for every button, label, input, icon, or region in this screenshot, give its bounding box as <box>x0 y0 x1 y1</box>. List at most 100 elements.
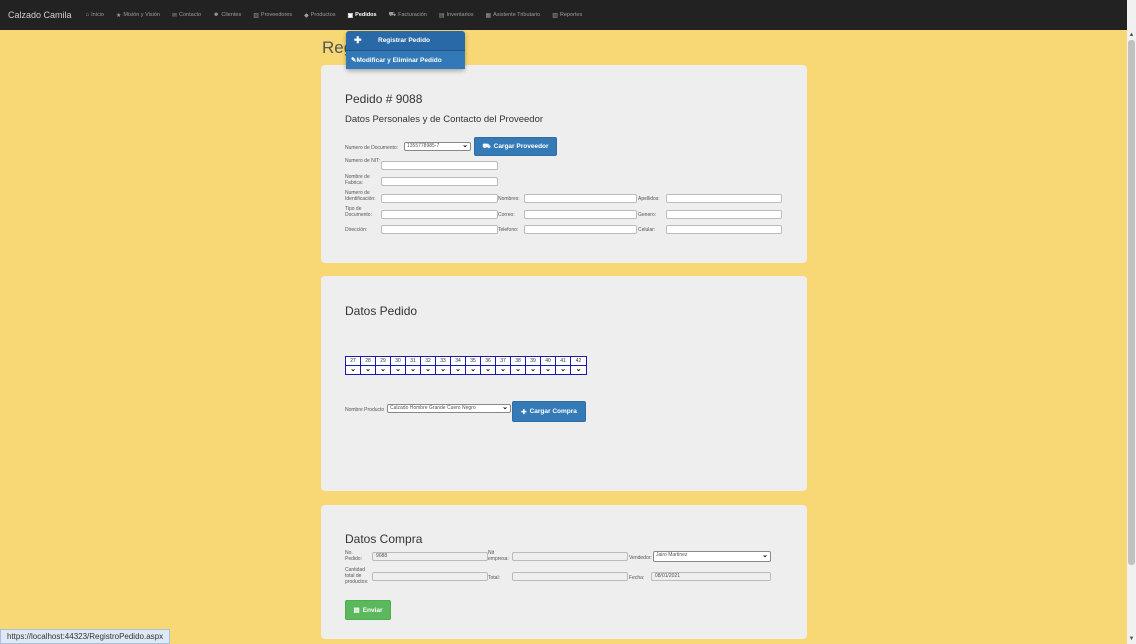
scroll-up-arrow-icon[interactable]: ▲ <box>1127 30 1136 40</box>
total-input[interactable] <box>512 572 628 581</box>
menu-item-registrar-pedido[interactable]: ✚ Registrar Pedido <box>346 31 465 50</box>
menu-item-label: Registrar Pedido <box>378 37 431 44</box>
nav-item-reportes[interactable]: ▧ Reportes <box>552 12 582 19</box>
size-quantity-select[interactable]: ⌄ <box>376 366 390 374</box>
plus-icon: ✚ <box>521 408 527 416</box>
size-quantity-select[interactable]: ⌄ <box>541 366 555 374</box>
size-quantity-select[interactable]: ⌄ <box>571 366 586 374</box>
chevron-down-icon: ⌄ <box>575 366 582 373</box>
size-quantity-select[interactable]: ⌄ <box>496 366 510 374</box>
apellidos-label: Apellidos: <box>638 196 660 202</box>
size-label: 35 <box>466 357 480 366</box>
nav-item-label: Facturación <box>398 12 427 18</box>
size-label: 32 <box>421 357 435 366</box>
cantidad-total-input[interactable] <box>372 572 488 581</box>
nav-menu: ⌂ Inicio ★ Misión y Visión ✉ Contacto ☻ Cliente… <box>86 11 595 19</box>
fecha-input[interactable]: 08/01/2021 <box>651 572 771 581</box>
identificacion-input[interactable] <box>381 194 498 203</box>
file-icon: ▧ <box>552 12 558 19</box>
size-quantity-select[interactable]: ⌄ <box>406 366 420 374</box>
nav-item-inicio[interactable]: ⌂ Inicio <box>86 12 104 18</box>
compra-heading: Datos Compra <box>345 532 423 546</box>
nav-item-proveedores[interactable]: ▥ Proveedores <box>253 12 292 19</box>
size-quantity-select[interactable]: ⌄ <box>391 366 405 374</box>
size-label: 27 <box>346 357 360 366</box>
apellidos-input[interactable] <box>666 194 782 203</box>
nav-item-label: Reportes <box>559 12 583 18</box>
size-label: 40 <box>541 357 555 366</box>
scroll-down-arrow-icon[interactable]: ▼ <box>1127 634 1136 644</box>
menu-item-modificar-eliminar-pedido[interactable]: ✎ Modificar y Eliminar Pedido <box>346 50 465 69</box>
size-column: 41 ⌄ <box>556 357 571 374</box>
scroll-thumb[interactable] <box>1128 40 1135 565</box>
size-quantity-select[interactable]: ⌄ <box>481 366 495 374</box>
cantidad-total-label: Cantidad total de productos: <box>345 567 369 585</box>
producto-select[interactable]: Calzado Hombre Grande Cuero Negro ⌄ <box>387 404 511 413</box>
nav-item-inventarios[interactable]: ▤ Inventarios <box>439 12 474 19</box>
vertical-scrollbar[interactable]: ▲ ▼ <box>1127 0 1136 644</box>
doc-number-select[interactable]: 1355778985-7 ⌄ <box>404 142 471 151</box>
size-column: 32 ⌄ <box>421 357 436 374</box>
list-icon: ▤ <box>438 12 445 19</box>
size-column: 30 ⌄ <box>391 357 406 374</box>
size-column: 29 ⌄ <box>376 357 391 374</box>
nav-item-contacto[interactable]: ✉ Contacto <box>172 12 201 19</box>
sizes-grid: 27 ⌄ 28 ⌄ 29 ⌄ 30 ⌄ 31 ⌄ 32 ⌄ 33 ⌄ 34 ⌄ 35 ⌄ 36 ⌄ 37 ⌄ 38 ⌄ 39 ⌄ 4… <box>345 356 587 375</box>
size-quantity-select[interactable]: ⌄ <box>511 366 525 374</box>
nav-item-pedidos[interactable]: ▣ Pedidos <box>347 12 376 19</box>
home-icon: ⌂ <box>85 12 90 18</box>
chevron-down-icon: ⌄ <box>485 366 491 373</box>
nav-item-label: Misión y Visión <box>123 12 160 18</box>
chevron-down-icon: ⌄ <box>380 366 386 373</box>
nit-empresa-input[interactable] <box>512 552 628 561</box>
doc-number-label: Numero de Documento: <box>345 145 399 151</box>
cargar-compra-button[interactable]: ✚ Cargar Compra <box>512 401 586 422</box>
chevron-down-icon: ⌄ <box>455 366 461 373</box>
nit-input[interactable] <box>381 161 498 170</box>
size-quantity-select[interactable]: ⌄ <box>361 366 375 374</box>
size-quantity-select[interactable]: ⌄ <box>466 366 480 374</box>
no-pedido-input[interactable]: 9088 <box>372 552 488 561</box>
tipo-documento-input[interactable] <box>381 210 498 219</box>
direccion-input[interactable] <box>381 225 498 234</box>
chevron-down-icon: ⌄ <box>440 366 446 373</box>
nombres-input[interactable] <box>524 194 637 203</box>
size-quantity-select[interactable]: ⌄ <box>421 366 435 374</box>
size-quantity-select[interactable]: ⌄ <box>346 366 360 374</box>
size-quantity-select[interactable]: ⌄ <box>451 366 465 374</box>
enviar-button[interactable]: ▤ Enviar <box>345 600 391 620</box>
size-label: 34 <box>451 357 465 366</box>
nav-item-clientes[interactable]: ☻ Clientes <box>213 12 241 18</box>
brand-link[interactable]: Calzado Camila <box>8 10 72 20</box>
vendedor-select[interactable]: Jairo Martinez ⌄ <box>653 551 771 562</box>
cubes-icon: ▣ <box>347 12 354 19</box>
nav-item-asistente-tributario[interactable]: ▦ Asistente Tributario <box>485 12 540 19</box>
size-label: 29 <box>376 357 390 366</box>
tipo-documento-label: Tipo de Documento: <box>345 206 372 218</box>
size-quantity-select[interactable]: ⌄ <box>556 366 570 374</box>
nav-item-productos[interactable]: ◆ Productos <box>304 12 335 19</box>
nav-item-facturaci-n[interactable]: ⛟ Facturación <box>389 11 427 19</box>
celular-input[interactable] <box>666 225 782 234</box>
size-column: 39 ⌄ <box>526 357 541 374</box>
nav-item-misi-n-y-visi-n[interactable]: ★ Misión y Visión <box>116 12 160 19</box>
genero-input[interactable] <box>666 210 782 219</box>
size-quantity-select[interactable]: ⌄ <box>436 366 450 374</box>
fabrica-input[interactable] <box>381 177 498 186</box>
nit-empresa-label: Nit empresa: <box>488 550 509 562</box>
chevron-down-icon: ⌄ <box>350 366 356 373</box>
menu-item-label: Modificar y Eliminar Pedido <box>356 56 442 64</box>
size-column: 34 ⌄ <box>451 357 466 374</box>
size-quantity-select[interactable]: ⌄ <box>526 366 540 374</box>
chevron-down-icon: ⌄ <box>470 366 476 373</box>
size-column: 37 ⌄ <box>496 357 511 374</box>
telefono-input[interactable] <box>524 225 637 234</box>
nav-item-label: Clientes <box>221 12 242 18</box>
chevron-down-icon: ⌄ <box>545 366 551 373</box>
tag-icon: ◆ <box>304 12 309 19</box>
building-icon: ▥ <box>253 12 259 19</box>
nav-item-label: Productos <box>310 12 336 18</box>
cargar-proveedor-button[interactable]: ⛟ Cargar Proveedor <box>474 137 557 156</box>
correo-input[interactable] <box>524 210 637 219</box>
pedido-heading: Datos Pedido <box>345 304 418 318</box>
